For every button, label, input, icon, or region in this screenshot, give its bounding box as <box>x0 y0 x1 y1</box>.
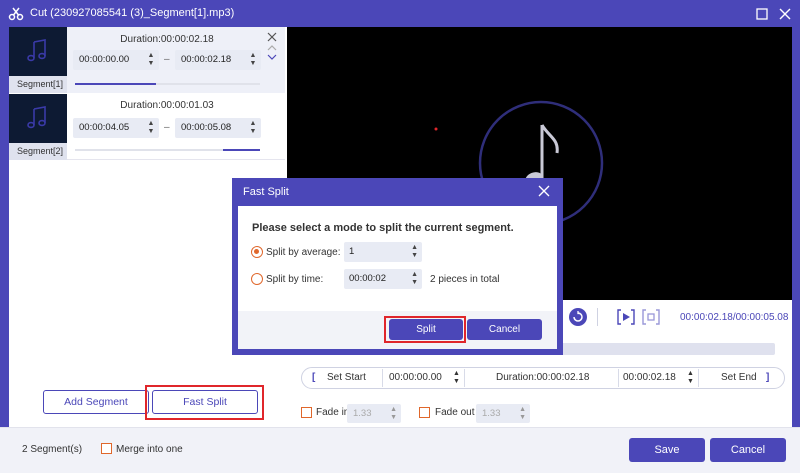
footer-bar: 2 Segment(s) Merge into one Save Cancel <box>0 427 800 473</box>
divider <box>618 369 619 387</box>
dialog-prompt: Please select a mode to split the curren… <box>252 222 514 234</box>
divider <box>464 369 465 387</box>
segment-label: Segment[2] <box>9 143 67 160</box>
stepper-icon[interactable]: ▲ ▼ <box>249 52 257 68</box>
window-frame-left <box>0 27 9 437</box>
dialog-title: Fast Split <box>243 186 289 198</box>
window-title: Cut (230927085541 (3)_Segment[1].mp3) <box>30 7 235 19</box>
set-end-button[interactable]: Set End <box>721 372 757 383</box>
segment-start-value: 00:00:04.05 <box>79 122 130 133</box>
merge-checkbox[interactable] <box>101 443 112 454</box>
close-icon[interactable] <box>776 5 794 23</box>
stepper-icon[interactable]: ▲ ▼ <box>687 370 694 386</box>
range-dash: – <box>164 54 170 65</box>
split-by-time-label: Split by time: <box>266 274 324 285</box>
music-note-icon <box>27 106 46 129</box>
stepper-icon[interactable]: ▲ ▼ <box>411 244 418 260</box>
add-segment-button[interactable]: Add Segment <box>43 390 149 414</box>
fade-in-label: Fade in <box>316 407 350 418</box>
title-bar: Cut (230927085541 (3)_Segment[1].mp3) <box>0 0 800 27</box>
stop-segment-icon[interactable] <box>642 309 660 325</box>
close-icon[interactable] <box>537 184 551 198</box>
end-time-value[interactable]: 00:00:02.18 <box>623 372 676 383</box>
split-by-time-radio[interactable] <box>251 273 263 285</box>
play-segment-icon[interactable] <box>617 309 635 325</box>
segment-range-fill <box>223 149 260 151</box>
fade-in-value: 1.33 <box>353 408 372 419</box>
segment-start-field[interactable]: 00:00:04.05 ▲ ▼ <box>73 118 159 138</box>
segment-end-value: 00:00:05.08 <box>181 122 232 133</box>
stepper-icon[interactable]: ▲ ▼ <box>519 406 526 422</box>
music-note-icon <box>27 39 46 62</box>
split-by-average-radio[interactable] <box>251 246 263 258</box>
start-bracket-icon[interactable]: [ <box>312 372 315 383</box>
stepper-icon[interactable]: ▲ ▼ <box>147 52 155 68</box>
divider <box>382 369 383 387</box>
fade-out-value: 1.33 <box>482 408 501 419</box>
highlight-box <box>384 316 466 343</box>
divider <box>597 308 598 326</box>
stepper-icon[interactable]: ▲ ▼ <box>249 120 257 136</box>
stepper-icon[interactable]: ▲ ▼ <box>411 271 418 287</box>
fast-split-dialog: Fast Split Please select a mode to split… <box>232 178 563 355</box>
segment-duration: Duration:00:00:01.03 <box>120 100 214 111</box>
start-time-value[interactable]: 00:00:00.00 <box>389 372 442 383</box>
maximize-icon[interactable] <box>753 5 771 23</box>
close-icon[interactable] <box>267 32 277 42</box>
range-dash: – <box>164 122 170 133</box>
segment-item[interactable]: Segment[1] Duration:00:00:02.18 00:00:00… <box>9 27 285 93</box>
dialog-footer: Split Cancel <box>238 311 557 349</box>
chevron-down-icon[interactable] <box>267 53 277 61</box>
segment-thumbnail <box>9 27 67 76</box>
fade-out-field[interactable]: 1.33 ▲ ▼ <box>476 404 530 423</box>
cut-duration: Duration:00:00:02.18 <box>496 372 590 383</box>
end-bracket-icon[interactable]: ] <box>766 372 769 383</box>
chevron-up-icon[interactable] <box>267 44 277 52</box>
set-start-button[interactable]: Set Start <box>327 372 366 383</box>
segment-count: 2 Segment(s) <box>22 444 83 455</box>
merge-label: Merge into one <box>116 444 183 455</box>
split-by-time-field[interactable]: 00:00:02 ▲ ▼ <box>344 269 422 289</box>
segment-duration: Duration:00:00:02.18 <box>120 34 214 45</box>
cancel-button[interactable]: Cancel <box>467 319 542 340</box>
fade-out-checkbox[interactable] <box>419 407 430 418</box>
cut-range-bar: [ Set Start 00:00:00.00 ▲ ▼ Duration:00:0… <box>301 367 785 389</box>
fade-in-field[interactable]: 1.33 ▲ ▼ <box>347 404 401 423</box>
scissors-icon <box>8 7 24 21</box>
window-frame-right <box>792 27 800 437</box>
pieces-total: 2 pieces in total <box>430 274 500 285</box>
stepper-icon[interactable]: ▲ ▼ <box>453 370 460 386</box>
segment-end-field[interactable]: 00:00:05.08 ▲ ▼ <box>175 118 261 138</box>
dialog-body: Please select a mode to split the curren… <box>238 206 557 349</box>
time-readout: 00:00:02.18/00:00:05.08 <box>680 312 789 323</box>
segment-end-field[interactable]: 00:00:02.18 ▲ ▼ <box>175 50 261 70</box>
cancel-button[interactable]: Cancel <box>710 438 786 462</box>
segment-thumbnail <box>9 94 67 143</box>
split-by-time-value: 00:00:02 <box>349 273 386 284</box>
split-by-average-label: Split by average: <box>266 247 341 258</box>
split-by-average-value: 1 <box>349 246 355 257</box>
segment-start-value: 00:00:00.00 <box>79 54 130 65</box>
fade-out-label: Fade out <box>435 407 475 418</box>
save-button[interactable]: Save <box>629 438 705 462</box>
replay-icon[interactable] <box>569 308 587 326</box>
segment-range-fill <box>75 83 157 85</box>
segment-item[interactable]: Segment[2] Duration:00:00:01.03 00:00:04… <box>9 94 285 160</box>
stepper-icon[interactable]: ▲ ▼ <box>147 120 155 136</box>
stepper-icon[interactable]: ▲ ▼ <box>390 406 397 422</box>
segment-label: Segment[1] <box>9 76 67 93</box>
fade-in-checkbox[interactable] <box>301 407 312 418</box>
segment-start-field[interactable]: 00:00:00.00 ▲ ▼ <box>73 50 159 70</box>
highlight-box <box>145 385 264 420</box>
split-by-average-field[interactable]: 1 ▲ ▼ <box>344 242 422 262</box>
segment-end-value: 00:00:02.18 <box>181 54 232 65</box>
divider <box>698 369 699 387</box>
